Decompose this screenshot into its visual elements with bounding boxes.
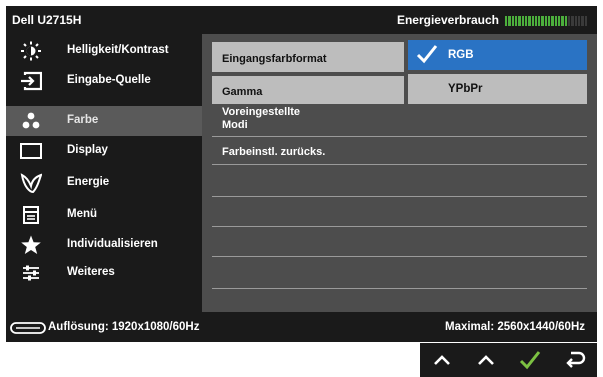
title-bar: Dell U2715H Energieverbrauch bbox=[6, 6, 597, 34]
sidebar-item-others[interactable]: Weiteres bbox=[6, 258, 202, 288]
submenu-item-gamma[interactable]: Gamma bbox=[212, 76, 404, 104]
max-resolution: Maximal: 2560x1440/60Hz bbox=[444, 321, 585, 333]
brightness-icon bbox=[20, 41, 42, 61]
energy-meter-segment bbox=[558, 16, 561, 26]
energy-leaf-icon bbox=[20, 173, 42, 193]
sidebar-item-color[interactable]: Farbe bbox=[6, 106, 202, 136]
energy-meter-segment bbox=[541, 16, 544, 26]
divider bbox=[212, 164, 587, 165]
energy-meter-segment bbox=[505, 16, 508, 26]
energy-meter-segment bbox=[554, 16, 557, 26]
energy-meter-segment bbox=[514, 16, 518, 26]
submenu-item-preset-modes[interactable]: Voreingestellte Modi bbox=[212, 104, 322, 134]
option-rgb[interactable]: RGB bbox=[408, 40, 587, 70]
energy-meter-segment bbox=[538, 16, 541, 26]
energy-meter-segment bbox=[521, 16, 524, 26]
divider bbox=[212, 226, 587, 227]
energy-meter-segment bbox=[534, 16, 538, 26]
sidebar-item-display[interactable]: Display bbox=[6, 136, 202, 166]
energy-meter-segment bbox=[544, 16, 548, 26]
back-button[interactable] bbox=[553, 343, 597, 377]
sidebar-item-label: Display bbox=[67, 144, 108, 156]
color-icon bbox=[20, 111, 42, 131]
up-arrow-icon bbox=[434, 355, 450, 365]
energy-meter-segment bbox=[581, 16, 584, 26]
up-arrow-icon bbox=[478, 355, 494, 365]
energy-meter bbox=[505, 16, 587, 26]
sidebar: Helligkeit/Kontrast Eingabe-Quelle Farbe… bbox=[6, 34, 202, 312]
sidebar-item-brightness-contrast[interactable]: Helligkeit/Kontrast bbox=[6, 36, 202, 66]
sidebar-item-menu[interactable]: Menü bbox=[6, 200, 202, 230]
submenu-item-label: Farbeinstl. zurücks. bbox=[222, 146, 326, 158]
divider bbox=[212, 256, 587, 257]
option-ypbpr[interactable]: YPbPr bbox=[408, 74, 587, 104]
submenu-item-reset-color[interactable]: Farbeinstl. zurücks. bbox=[212, 142, 404, 166]
energy-meter-segment bbox=[567, 16, 571, 26]
back-icon bbox=[566, 351, 586, 368]
energy-label: Energieverbrauch bbox=[396, 13, 499, 27]
submenu-item-label: Eingangsfarbformat bbox=[222, 53, 327, 65]
sliders-icon bbox=[20, 263, 42, 283]
energy-meter-segment bbox=[508, 16, 511, 26]
sidebar-item-label: Menü bbox=[67, 208, 98, 220]
energy-meter-segment bbox=[524, 16, 528, 26]
display-icon bbox=[20, 141, 42, 161]
divider bbox=[212, 288, 587, 289]
energy-meter-segment bbox=[577, 16, 581, 26]
check-icon bbox=[416, 44, 438, 67]
submenu-item-label: Gamma bbox=[222, 86, 263, 98]
confirm-button[interactable] bbox=[508, 343, 552, 377]
monitor-model: Dell U2715H bbox=[12, 13, 82, 27]
sidebar-item-label: Weiteres bbox=[67, 266, 115, 278]
submenu-panel: Eingangsfarbformat Gamma Voreingestellte… bbox=[202, 34, 597, 312]
sidebar-item-label: Individualisieren bbox=[67, 238, 158, 250]
divider bbox=[212, 136, 587, 137]
current-resolution: Auflösung: 1920x1080/60Hz bbox=[48, 321, 200, 333]
input-source-icon bbox=[20, 71, 42, 91]
divider bbox=[212, 196, 587, 197]
sidebar-item-label: Eingabe-Quelle bbox=[67, 74, 151, 86]
energy-meter-segment bbox=[571, 16, 574, 26]
energy-meter-segment bbox=[511, 16, 514, 26]
submenu-item-label: Voreingestellte Modi bbox=[222, 106, 301, 131]
sidebar-item-input-source[interactable]: Eingabe-Quelle bbox=[6, 66, 202, 96]
energy-meter-segment bbox=[574, 16, 577, 26]
check-icon bbox=[519, 351, 541, 370]
energy-meter-segment bbox=[561, 16, 564, 26]
osd-window: Dell U2715H Energieverbrauch Helligkeit/… bbox=[6, 6, 597, 342]
menu-icon bbox=[20, 205, 42, 225]
sidebar-item-label: Farbe bbox=[67, 114, 99, 126]
submenu-item-input-color-format[interactable]: Eingangsfarbformat bbox=[212, 42, 404, 72]
sidebar-item-label: Helligkeit/Kontrast bbox=[67, 44, 169, 56]
cable-icon bbox=[10, 322, 46, 334]
up-button-2[interactable] bbox=[464, 343, 508, 377]
sidebar-item-label: Energie bbox=[67, 176, 110, 188]
energy-meter-segment bbox=[548, 16, 551, 26]
energy-meter-segment bbox=[528, 16, 531, 26]
star-icon bbox=[20, 235, 42, 255]
option-label: YPbPr bbox=[448, 83, 483, 95]
status-bar: Auflösung: 1920x1080/60Hz Maximal: 2560x… bbox=[6, 312, 597, 342]
energy-meter-segment bbox=[564, 16, 567, 26]
up-button[interactable] bbox=[420, 343, 464, 377]
energy-meter-segment bbox=[531, 16, 534, 26]
sidebar-item-personalize[interactable]: Individualisieren bbox=[6, 230, 202, 260]
energy-meter-segment bbox=[584, 16, 587, 26]
sidebar-item-energy[interactable]: Energie bbox=[6, 168, 202, 198]
energy-meter-segment bbox=[518, 16, 521, 26]
control-buttons bbox=[420, 343, 597, 377]
option-label: RGB bbox=[448, 49, 474, 61]
energy-meter-segment bbox=[551, 16, 554, 26]
